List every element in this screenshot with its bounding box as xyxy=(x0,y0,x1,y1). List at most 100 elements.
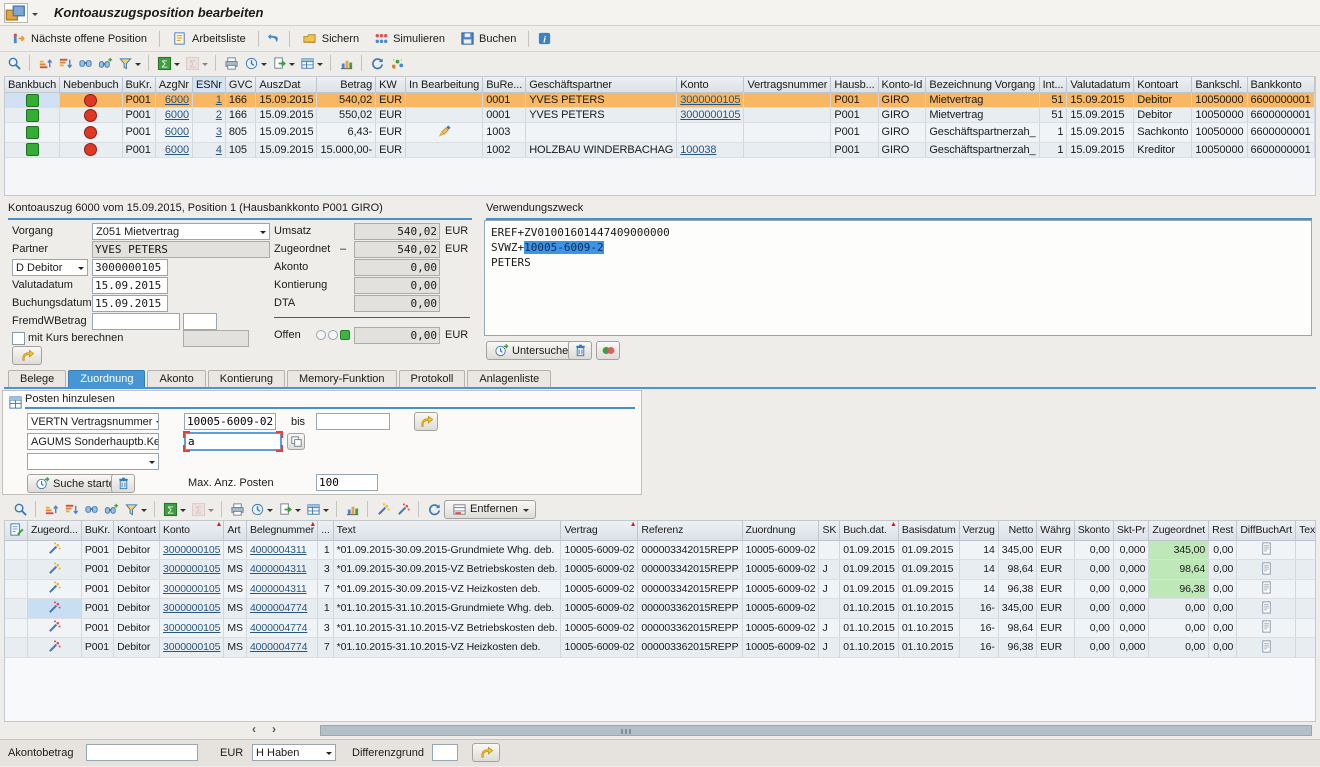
column-header[interactable]: Bezeichnung Vorgang xyxy=(926,77,1039,93)
tab-anlagenliste[interactable]: Anlagenliste xyxy=(467,370,551,388)
cell[interactable] xyxy=(819,540,840,560)
cell[interactable] xyxy=(1237,599,1296,619)
column-header[interactable]: Text Rest/Teilzlg xyxy=(1296,521,1316,540)
cell[interactable] xyxy=(744,108,831,123)
cell[interactable]: 10005-6009-02 xyxy=(742,618,819,638)
cell[interactable] xyxy=(1314,123,1316,143)
find-button[interactable] xyxy=(81,500,101,518)
sort-asc-button[interactable] xyxy=(35,54,55,72)
cell[interactable]: P001 xyxy=(122,142,155,157)
sum-button[interactable]: Σ xyxy=(154,54,182,72)
cell[interactable]: 0,00 xyxy=(1209,579,1237,599)
cell-link[interactable]: 4000004774 xyxy=(250,622,307,634)
cell[interactable]: 000003362015REPP xyxy=(638,599,742,619)
post-button[interactable]: Buchen xyxy=(452,29,523,49)
cell[interactable] xyxy=(1296,579,1316,599)
kurs-checkbox[interactable] xyxy=(12,332,25,345)
cell[interactable]: 6600000001 xyxy=(1247,142,1314,157)
table-icon[interactable] xyxy=(7,394,23,410)
cell[interactable]: 15.09.2015 xyxy=(256,142,317,157)
cell[interactable]: 14 xyxy=(959,540,998,560)
column-header[interactable] xyxy=(5,521,28,540)
cell[interactable]: 10005-6009-02 xyxy=(742,638,819,658)
column-header[interactable]: Konto-Id xyxy=(878,77,926,93)
cell[interactable]: 10050000 xyxy=(1192,93,1247,108)
cell-link[interactable]: 3000000105 xyxy=(680,109,740,121)
column-header[interactable]: Text xyxy=(333,521,561,540)
cell[interactable]: 000003362015REPP xyxy=(638,638,742,658)
cell[interactable] xyxy=(744,142,831,157)
cell[interactable]: 16- xyxy=(959,638,998,658)
cell[interactable]: 01.09.2015 xyxy=(840,540,899,560)
column-header[interactable]: Betrag xyxy=(317,77,376,93)
layout-button[interactable] xyxy=(303,500,331,518)
column-header[interactable]: Bankkonto xyxy=(1247,77,1314,93)
info-button[interactable]: i xyxy=(534,30,554,48)
cell[interactable]: 10005-6009-02 xyxy=(561,638,638,658)
tab-belege[interactable]: Belege xyxy=(8,370,66,388)
cell[interactable]: *01.10.2015-31.10.2015-Grundmiete Whg. d… xyxy=(333,599,561,619)
layout-button[interactable] xyxy=(297,54,325,72)
max-posten-input[interactable] xyxy=(316,474,378,491)
cell[interactable]: HOLZBAU WINDERBACHAG xyxy=(526,142,677,157)
cell[interactable]: 6000 xyxy=(155,123,192,143)
cell[interactable]: P001 xyxy=(831,123,878,143)
cell[interactable]: Geschäftspartnerzah_ xyxy=(926,142,1039,157)
cell[interactable]: 3000000105 xyxy=(159,618,223,638)
cell[interactable]: 000003342015REPP xyxy=(638,540,742,560)
haben-select[interactable]: H Haben xyxy=(252,744,336,761)
column-header[interactable]: Bankbuch xyxy=(5,77,60,93)
clear-criteria-button[interactable] xyxy=(111,474,135,493)
cell[interactable]: 3000000105 xyxy=(677,108,744,123)
cell[interactable]: P001 xyxy=(122,108,155,123)
column-header[interactable]: Vertragsnummer xyxy=(744,77,831,93)
cell[interactable]: EUR xyxy=(376,93,406,108)
cell[interactable]: *01.09.2015-30.09.2015-VZ Betriebskosten… xyxy=(333,560,561,580)
cell[interactable]: 3000000105 xyxy=(159,599,223,619)
cell[interactable]: 0,00 xyxy=(1149,599,1209,619)
cell[interactable]: YVES PETERS xyxy=(526,108,677,123)
cell[interactable]: 98,64 xyxy=(998,560,1037,580)
subtotal-button[interactable]: Σ xyxy=(182,54,210,72)
cell[interactable]: 6000 xyxy=(155,142,192,157)
column-header[interactable]: In Bearbeitung xyxy=(406,77,483,93)
cell[interactable]: EUR xyxy=(1037,618,1074,638)
cell[interactable]: 01.10.2015 xyxy=(898,599,959,619)
cell[interactable]: P001 xyxy=(81,599,113,619)
cell[interactable] xyxy=(5,123,60,143)
cell[interactable]: 10050000 xyxy=(1192,123,1247,143)
cell[interactable]: 7 xyxy=(318,638,333,658)
table-row[interactable]: P001Debitor3000000105MS40000047747*01.10… xyxy=(5,638,1316,658)
column-header[interactable]: Rest xyxy=(1209,521,1237,540)
column-header[interactable]: Nebenbuch xyxy=(60,77,122,93)
table-row[interactable]: P001Debitor3000000105MS40000043113*01.09… xyxy=(5,560,1316,580)
column-header[interactable]: AuszDat xyxy=(256,77,317,93)
cell[interactable] xyxy=(406,108,483,123)
cell[interactable]: 15.09.2015 xyxy=(256,93,317,108)
filter-button[interactable] xyxy=(121,500,149,518)
cell[interactable]: 15.09.2015 xyxy=(256,108,317,123)
cell[interactable]: P001 xyxy=(81,540,113,560)
column-header[interactable]: Verzug xyxy=(959,521,998,540)
cell[interactable]: 96,38 xyxy=(998,638,1037,658)
cell[interactable] xyxy=(5,108,60,123)
criterion-2-value[interactable] xyxy=(186,434,280,449)
cell[interactable]: Debitor xyxy=(114,638,160,658)
cell[interactable]: 000003342015REPP xyxy=(638,579,742,599)
cell[interactable] xyxy=(1296,599,1316,619)
table-row[interactable]: P001Debitor3000000105MS40000043117*01.09… xyxy=(5,579,1316,599)
cell[interactable]: 10050000 xyxy=(1192,108,1247,123)
cell[interactable]: DEU.. xyxy=(1314,142,1316,157)
multiple-selection-button[interactable] xyxy=(287,433,305,450)
cell[interactable]: 98,64 xyxy=(998,618,1037,638)
column-header[interactable]: Skonto xyxy=(1074,521,1113,540)
cell[interactable] xyxy=(819,599,840,619)
criterion-2-input-focused[interactable] xyxy=(184,432,282,451)
views-button[interactable] xyxy=(247,500,275,518)
cell[interactable]: J xyxy=(819,579,840,599)
find-next-button[interactable] xyxy=(101,500,121,518)
cell[interactable]: 3000000105 xyxy=(159,579,223,599)
cell[interactable]: 1 xyxy=(192,93,225,108)
find-next-button[interactable] xyxy=(95,54,115,72)
cell[interactable]: P001 xyxy=(122,93,155,108)
